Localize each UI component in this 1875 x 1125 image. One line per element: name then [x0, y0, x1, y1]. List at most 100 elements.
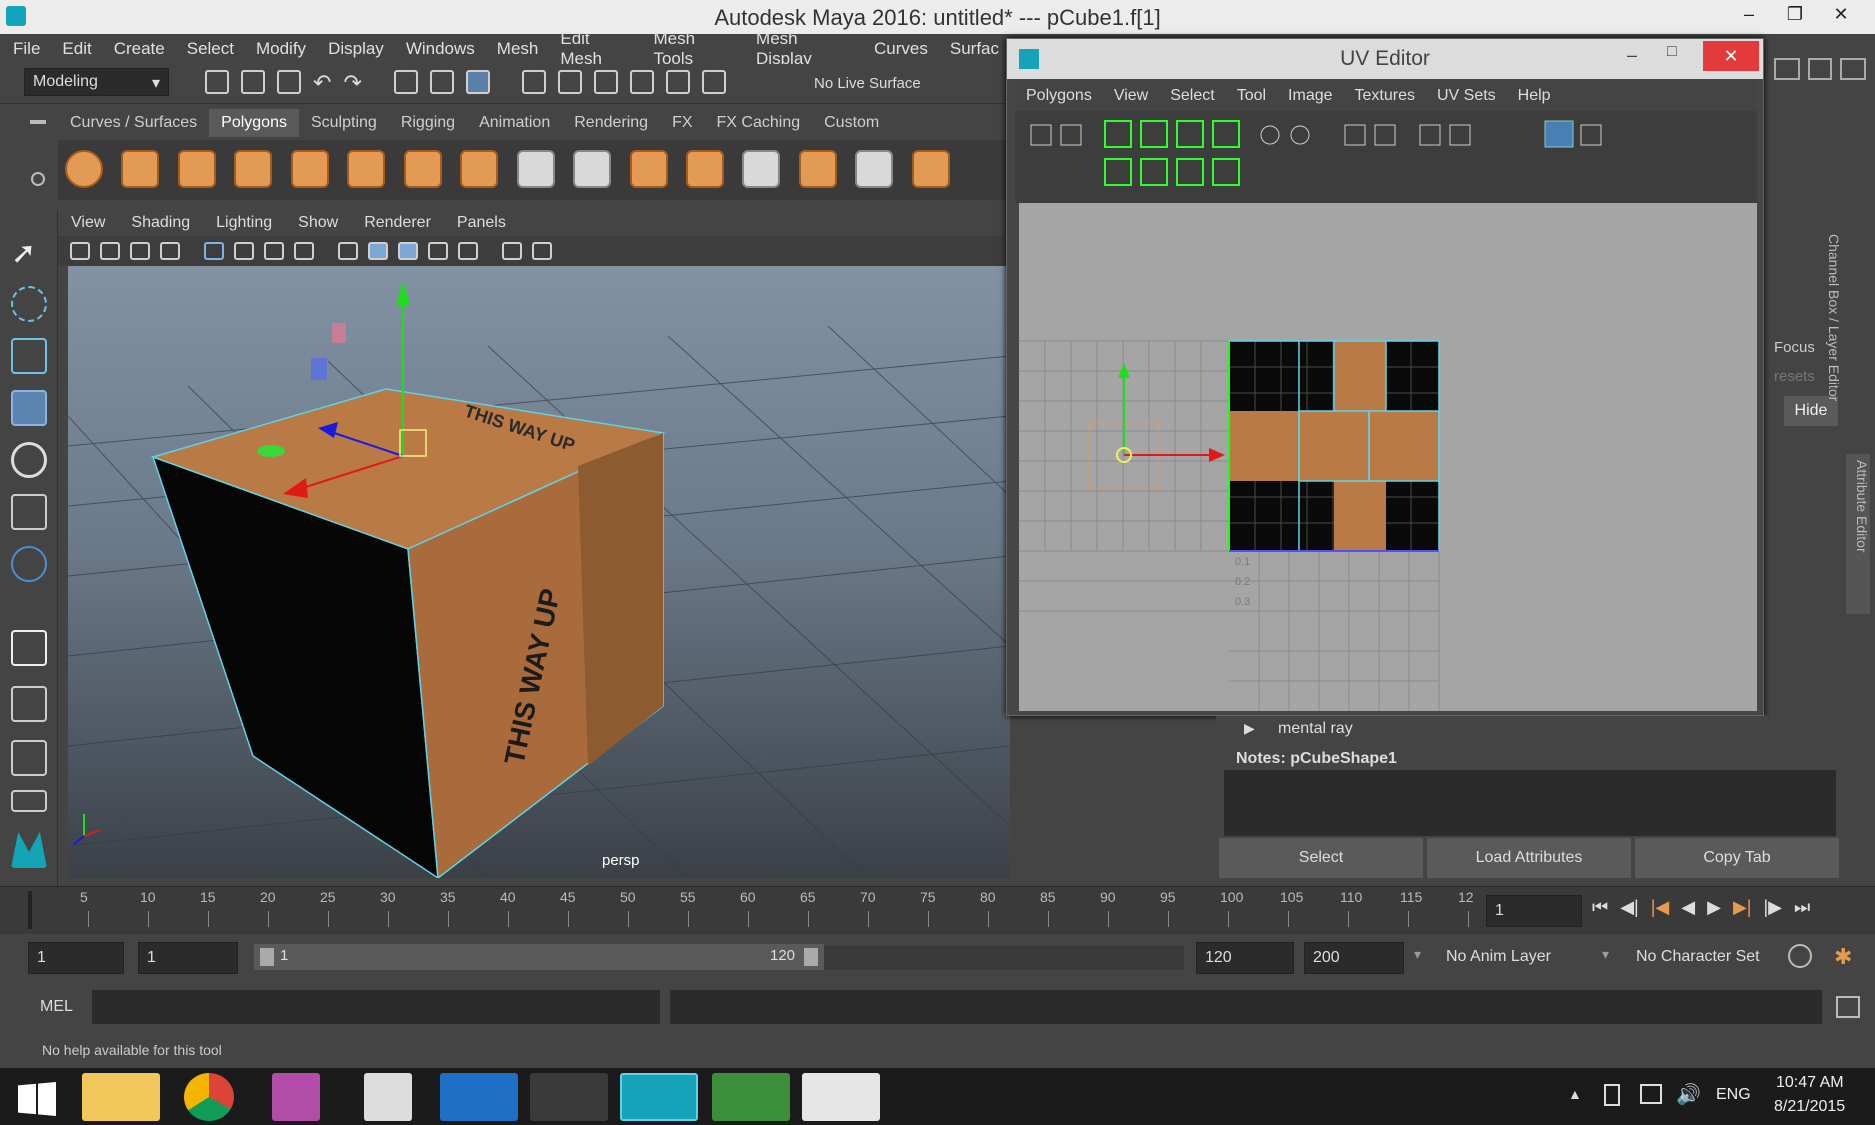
- channel-box-tab[interactable]: Channel Box / Layer Editor: [1818, 234, 1842, 434]
- poly-pyramid-icon[interactable]: [403, 150, 442, 188]
- mental-ray-section[interactable]: mental ray: [1278, 720, 1353, 738]
- vp-menu-lighting[interactable]: Lighting: [203, 214, 285, 232]
- uv-grid-icon[interactable]: [1344, 124, 1366, 146]
- network-icon[interactable]: [1640, 1084, 1662, 1104]
- poly-plane-icon[interactable]: [290, 150, 329, 188]
- poly-cube-icon[interactable]: [121, 150, 160, 188]
- poly-pipe-icon[interactable]: [460, 150, 499, 188]
- select-hierarchy-icon[interactable]: [393, 70, 418, 94]
- uv-minimize-icon[interactable]: –: [1627, 45, 1647, 65]
- uv-display-image-icon[interactable]: [1544, 120, 1574, 148]
- poly-torus-icon[interactable]: [347, 150, 386, 188]
- wireframe-icon[interactable]: [338, 242, 358, 260]
- uv-align-left-icon[interactable]: [1419, 124, 1441, 146]
- uv-menu-select[interactable]: Select: [1159, 87, 1225, 105]
- uv-menu-polygons[interactable]: Polygons: [1015, 87, 1103, 105]
- uv-menu-uv-sets[interactable]: UV Sets: [1426, 87, 1507, 105]
- tray-expand-icon[interactable]: ▲: [1568, 1086, 1582, 1102]
- resolution-gate-icon[interactable]: [264, 242, 284, 260]
- uv-close-icon[interactable]: ✕: [1703, 41, 1759, 71]
- uv-canvas[interactable]: 0.1 0.2 0.3: [1019, 203, 1757, 711]
- camtasia-icon[interactable]: [712, 1073, 790, 1121]
- tab-curves-surfaces[interactable]: Curves / Surfaces: [58, 109, 209, 137]
- go-to-end-icon[interactable]: ⏭: [1794, 897, 1810, 925]
- menu-create[interactable]: Create: [103, 39, 176, 59]
- snap-grid-icon[interactable]: [521, 70, 546, 94]
- character-set-dropdown[interactable]: No Character Set: [1636, 948, 1760, 966]
- anim-layer-dropdown[interactable]: No Anim Layer: [1446, 948, 1551, 966]
- vp-menu-renderer[interactable]: Renderer: [351, 214, 444, 232]
- attribute-editor-tab[interactable]: Attribute Editor: [1846, 454, 1870, 614]
- uv-flip-u-icon[interactable]: [1030, 124, 1052, 146]
- close-icon[interactable]: ✕: [1818, 0, 1864, 30]
- ae-load-attributes-button[interactable]: Load Attributes: [1427, 838, 1631, 878]
- playback-end-field[interactable]: 120: [1196, 942, 1294, 974]
- auto-key-icon[interactable]: [1788, 944, 1812, 968]
- bridge-icon[interactable]: [685, 150, 724, 188]
- clock-time[interactable]: 10:47 AM: [1776, 1074, 1844, 1092]
- anim-end-field[interactable]: 200: [1304, 942, 1404, 974]
- tab-rigging[interactable]: Rigging: [389, 109, 467, 137]
- menu-windows[interactable]: Windows: [395, 39, 486, 59]
- tab-custom[interactable]: Custom: [812, 109, 891, 137]
- tab-polygons[interactable]: Polygons: [209, 109, 299, 137]
- camera-attrs-icon[interactable]: [100, 242, 120, 260]
- uv-rotate-ccw-icon[interactable]: [1260, 125, 1280, 145]
- poly-cone-icon[interactable]: [234, 150, 273, 188]
- lasso-tool-icon[interactable]: [11, 286, 47, 322]
- plane-handle-yz[interactable]: [311, 358, 327, 380]
- ae-copy-tab-button[interactable]: Copy Tab: [1635, 838, 1839, 878]
- perspective-viewport[interactable]: THIS WAY UP THIS WAY UP: [68, 266, 1010, 878]
- menu-modify[interactable]: Modify: [245, 39, 317, 59]
- paint-select-icon[interactable]: [11, 338, 47, 374]
- uv-cut-icon[interactable]: [1104, 120, 1132, 148]
- volume-icon[interactable]: 🔊: [1676, 1082, 1701, 1107]
- snap-view-icon[interactable]: [629, 70, 654, 94]
- uv-menu-tool[interactable]: Tool: [1226, 87, 1277, 105]
- separate-icon[interactable]: [573, 150, 612, 188]
- step-forward-icon[interactable]: |▶: [1763, 897, 1782, 925]
- textured-icon[interactable]: [398, 242, 418, 260]
- menu-mesh-tools[interactable]: Mesh Tools: [642, 29, 745, 69]
- plane-handle-xy[interactable]: [332, 323, 346, 343]
- four-view-icon[interactable]: [11, 686, 47, 722]
- lights-icon[interactable]: [428, 242, 448, 260]
- menu-mesh-display[interactable]: Mesh Display: [745, 29, 863, 69]
- play-backward-icon[interactable]: ◀: [1681, 897, 1695, 925]
- select-tool-icon[interactable]: ➚: [11, 236, 47, 272]
- start-time-field[interactable]: 1: [28, 942, 124, 974]
- save-scene-icon[interactable]: [277, 70, 301, 94]
- current-time-marker[interactable]: [28, 891, 32, 929]
- uv-snap-icon[interactable]: [1374, 124, 1396, 146]
- start-icon[interactable]: [18, 1082, 56, 1116]
- panel-toggle-icon[interactable]: [1808, 58, 1832, 80]
- step-back-key-icon[interactable]: |◀: [1651, 897, 1670, 925]
- isolate-select-icon[interactable]: [502, 242, 522, 260]
- camera-app-icon[interactable]: [364, 1073, 412, 1121]
- snap-surface-icon[interactable]: [665, 70, 690, 94]
- uv-unfold-icon[interactable]: [1176, 120, 1204, 148]
- minimize-icon[interactable]: –: [1726, 0, 1772, 30]
- tab-animation[interactable]: Animation: [467, 109, 562, 137]
- redo-icon[interactable]: ↷: [343, 70, 361, 100]
- edge-loop-icon[interactable]: [911, 150, 950, 188]
- menu-file[interactable]: File: [2, 39, 51, 59]
- panel-layout-icon[interactable]: [1774, 58, 1800, 80]
- restore-icon[interactable]: ❐: [1772, 0, 1818, 30]
- poly-sphere-icon[interactable]: [65, 150, 103, 188]
- language-indicator[interactable]: ENG: [1716, 1086, 1751, 1104]
- smooth-shade-icon[interactable]: [368, 242, 388, 260]
- uv-layout-icon[interactable]: [1212, 120, 1240, 148]
- notes-textarea[interactable]: [1224, 770, 1836, 836]
- shadows-icon[interactable]: [458, 242, 478, 260]
- smooth-icon[interactable]: [798, 150, 837, 188]
- combine-icon[interactable]: [516, 150, 555, 188]
- anim-layer-chevron-icon[interactable]: ▾: [1414, 946, 1421, 963]
- uv-menu-textures[interactable]: Textures: [1344, 87, 1426, 105]
- menu-select[interactable]: Select: [176, 39, 245, 59]
- tab-sculpting[interactable]: Sculpting: [299, 109, 389, 137]
- undo-icon[interactable]: ↶: [313, 70, 331, 100]
- tab-fx[interactable]: FX: [660, 109, 704, 137]
- play-forward-icon[interactable]: ▶: [1707, 897, 1721, 925]
- panel-layout-icon[interactable]: [11, 790, 47, 812]
